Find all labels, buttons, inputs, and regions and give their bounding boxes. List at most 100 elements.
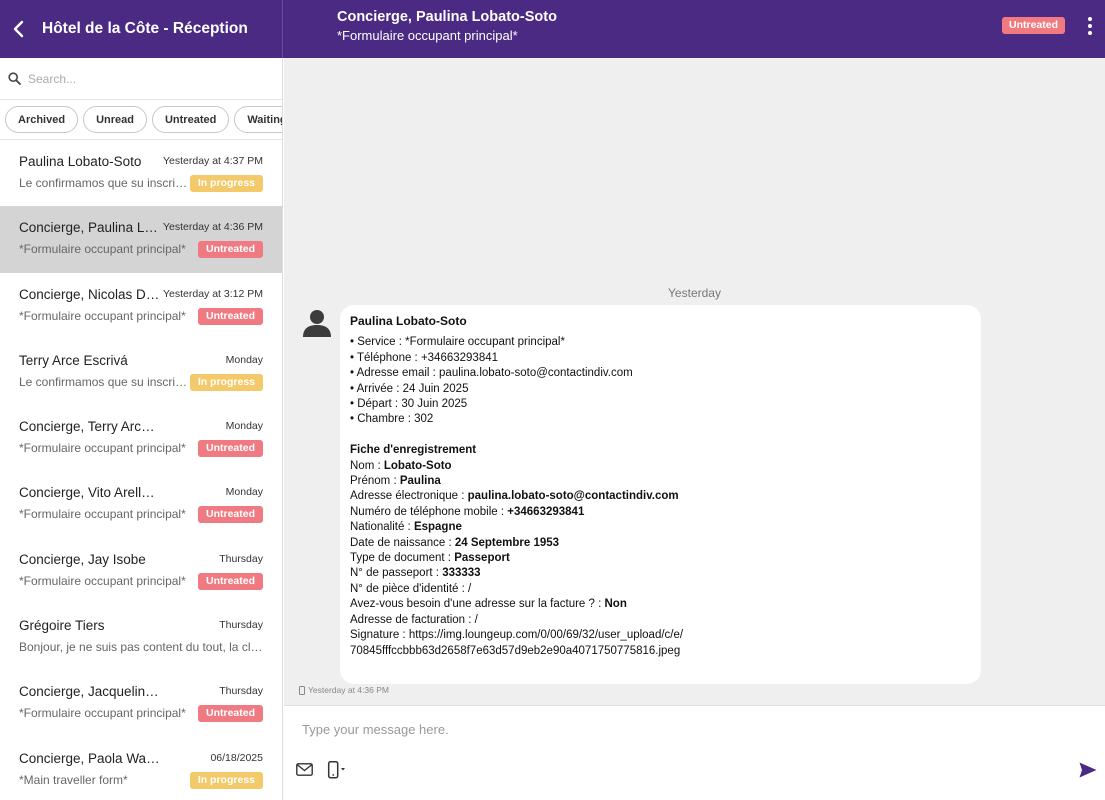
status-badge: In progress (189, 373, 263, 391)
conversation-preview: *Main traveller form* (19, 772, 128, 787)
conversation-time: Monday (225, 420, 263, 433)
message-sender: Paulina Lobato-Soto (350, 314, 467, 328)
form-field: N° de passeport : 333333 (350, 566, 971, 581)
status-badge: In progress (189, 771, 263, 789)
conversation-time: Monday (225, 486, 263, 499)
filter-chip-untreated[interactable]: Untreated (151, 106, 230, 133)
status-badge: Untreated (197, 572, 263, 590)
conversation-time: Thursday (219, 619, 263, 632)
status-badge: Untreated (197, 440, 263, 458)
filter-chip-unread[interactable]: Unread (83, 106, 147, 133)
form-field: Date de naissance : 24 Septembre 1953 (350, 536, 971, 551)
conversation-time: Yesterday at 4:36 PM (162, 221, 263, 234)
mail-icon[interactable] (296, 763, 314, 777)
avatar-icon (302, 308, 332, 338)
message-line: • Arrivée : 24 Juin 2025 (350, 382, 469, 395)
send-icon[interactable] (1079, 762, 1097, 778)
message-input[interactable] (302, 722, 1062, 746)
form-field: Prénom : Paulina (350, 474, 971, 489)
form-field: Avez-vous besoin d'une adresse sur la fa… (350, 597, 971, 612)
conversation-item[interactable]: Concierge, Nicolas DurandYesterday at 3:… (0, 273, 282, 339)
form-title: Fiche d'enregistrement (350, 444, 477, 457)
conversation-item[interactable]: Concierge, Paulina Lobato-SotoYesterday … (0, 206, 282, 273)
phone-icon[interactable] (327, 761, 349, 779)
form-field-label: N° de pièce d'identité : / (350, 582, 472, 595)
header-left: Hôtel de la Côte - Réception (0, 0, 283, 58)
form-fields: Nom : Lobato-Soto Prénom : Paulina Adresse… (350, 459, 971, 659)
conversation-name: Grégoire Tiers (19, 618, 105, 634)
message-composer (284, 705, 1105, 800)
conversation-preview: Le confirmamos que su inscripción ha sid… (19, 374, 191, 389)
form-field-value: +34663293841 (507, 505, 585, 518)
conversation-name: Concierge, Paola Wagner (19, 750, 161, 766)
filter-chip-archived[interactable]: Archived (5, 106, 79, 133)
conversation-item[interactable]: Concierge, Jacqueline Estrada Thursday *Fo… (0, 670, 282, 736)
form-field: 70845fffccbbb63d2658f7e63d57d9eb2e90a407… (350, 644, 971, 659)
form-field-label: Numéro de téléphone mobile : (350, 505, 508, 518)
app-title: Hôtel de la Côte - Réception (42, 20, 248, 37)
form-field-label: 70845fffccbbb63d2658f7e63d57d9eb2e90a407… (350, 644, 681, 657)
conversation-item[interactable]: Grégoire Tiers Thursday Bonjour, je ne sui… (0, 604, 282, 670)
form-field-label: Nationalité : (350, 521, 414, 534)
conversation-subtitle: *Formulaire occupant principal* (337, 28, 518, 43)
conversation-item[interactable]: Paulina Lobato-Soto Yesterday at 4:37 PM L… (0, 140, 282, 206)
app-header: Hôtel de la Côte - Réception Concierge, … (0, 0, 1105, 58)
mobile-icon (299, 685, 305, 695)
conversation-item[interactable]: Terry Arce Escrivá Monday Le confirmamos q… (0, 339, 282, 405)
form-field: Adresse de facturation : / (350, 613, 971, 628)
form-field-value: 333333 (442, 567, 481, 580)
form-field-value: paulina.lobato-soto@contactindiv.com (467, 490, 679, 503)
form-field: Numéro de téléphone mobile : +3466329384… (350, 505, 971, 520)
form-field-value: Non (604, 598, 627, 611)
conversation-time: Yesterday at 4:37 PM (162, 155, 263, 167)
conversation-time: Yesterday at 3:12 PM (162, 287, 263, 300)
conversation-time: 06/18/2025 (210, 751, 263, 764)
conversation-item[interactable]: Concierge, Vito Arellano Rosell Monday *Fo… (0, 471, 282, 537)
conversation-item[interactable]: Concierge, Terry Arce Escrivá Monday *Form… (0, 405, 282, 471)
conversation-name: Concierge, Terry Arce Escrivá (19, 419, 161, 435)
conversation-name: Concierge, Vito Arellano Rosell (19, 485, 161, 501)
form-field-label: Signature : https://img.loungeup.com/0/0… (350, 629, 684, 642)
message-line: • Service : *Formulaire occupant princip… (350, 336, 565, 349)
more-vertical-icon[interactable] (1082, 14, 1098, 38)
day-separator: Yesterday (668, 286, 721, 300)
form-field-value: 24 Septembre 1953 (454, 536, 560, 549)
form-field: Nom : Lobato-Soto (350, 459, 971, 474)
back-arrow-icon[interactable] (4, 14, 34, 44)
conversation-item[interactable]: Concierge, Paola Wagner 06/18/2025 *Main t… (0, 737, 282, 800)
conversation-title: Concierge, Paulina Lobato-Soto (337, 9, 557, 25)
conversation-name: Concierge, Paulina Lobato-Soto (19, 220, 161, 236)
conversation-preview: *Formulaire occupant principal* (19, 308, 186, 323)
conversation-name: Concierge, Jacqueline Estrada (19, 684, 161, 700)
conversation-preview: *Formulaire occupant principal* (19, 507, 186, 522)
message-line: • Chambre : 302 (350, 413, 434, 426)
form-field: Type de document : Passeport (350, 551, 971, 566)
filter-chip-waiting[interactable]: Waiting (234, 106, 282, 133)
conversation-name: Concierge, Nicolas Durand (19, 286, 161, 302)
conversation-item[interactable]: Concierge, Jay Isobe Thursday *Formulaire … (0, 538, 282, 604)
status-badge: Untreated (197, 307, 263, 325)
conversation-preview: *Formulaire occupant principal* (19, 441, 186, 456)
form-field-label: Prénom : (350, 475, 400, 488)
chat-panel: Yesterday Paulina Lobato-Soto • Service … (284, 58, 1105, 705)
form-field-label: Adresse de facturation : / (350, 613, 478, 626)
conversation-name: Terry Arce Escrivá (19, 352, 128, 368)
conversation-sidebar: ArchivedUnreadUntreatedWaiting Paulina L… (0, 58, 283, 800)
conversation-time: Monday (225, 353, 263, 366)
status-badge: Untreated (197, 705, 263, 723)
message-timestamp: Yesterday at 4:36 PM (308, 685, 389, 695)
status-badge: In progress (189, 175, 263, 192)
conversation-name: Paulina Lobato-Soto (19, 154, 142, 169)
form-field-label: N° de passeport : (350, 567, 443, 580)
form-field: Nationalité : Espagne (350, 520, 971, 535)
conversation-preview: Le confirmamos que su inscripción ha sid… (19, 176, 191, 190)
form-field-value: Passeport (454, 552, 510, 565)
conversation-preview: *Formulaire occupant principal* (19, 706, 186, 721)
conversation-preview: *Formulaire occupant principal* (19, 242, 186, 257)
status-badge: Untreated (197, 241, 263, 259)
search-input[interactable] (28, 71, 268, 86)
form-field-value: Paulina (399, 475, 441, 488)
message-line: • Départ : 30 Juin 2025 (350, 398, 468, 411)
status-badge[interactable]: Untreated (1002, 17, 1066, 34)
form-field: N° de pièce d'identité : / (350, 582, 971, 597)
